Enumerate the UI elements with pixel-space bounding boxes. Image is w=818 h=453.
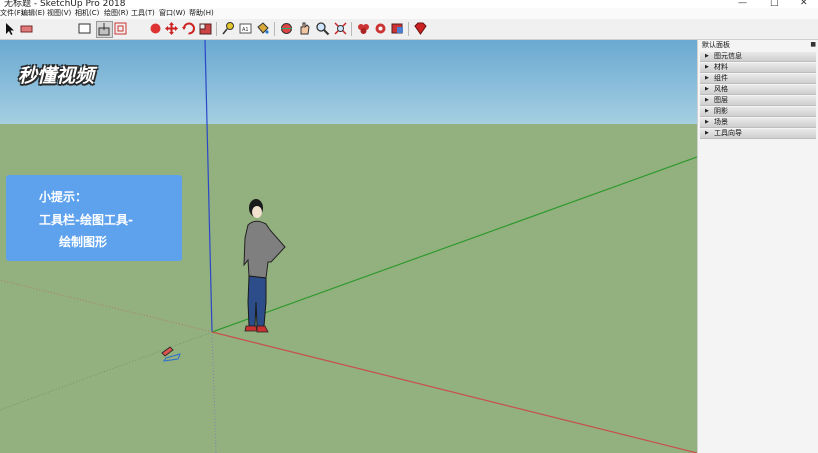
panel-components[interactable]: ▶ 组件	[700, 74, 816, 84]
rectangle-tool-icon[interactable]	[77, 21, 92, 36]
panel-styles[interactable]: ▶ 风格	[700, 85, 816, 95]
tray-title: 默认面板	[702, 41, 730, 49]
menu-edit[interactable]: 编辑(E)	[21, 8, 45, 19]
orbit-icon[interactable]	[279, 21, 294, 36]
menu-window[interactable]: 窗口(W)	[159, 8, 185, 19]
svg-text:A1: A1	[242, 27, 249, 33]
expand-arrow-icon: ▶	[705, 86, 709, 92]
expand-arrow-icon: ▶	[705, 64, 709, 70]
sky	[0, 40, 697, 124]
zoom-icon[interactable]	[315, 21, 330, 36]
extension-warehouse-icon[interactable]	[390, 21, 405, 36]
default-tray: 默认面板 ■ ▶ 图元信息 ▶ 材料 ▶ 组件 ▶ 风格 ▶ 图层 ▶ 阴影 ▶ 场景 ▶ 工具…	[697, 40, 818, 453]
pin-icon[interactable]: ■	[810, 41, 816, 48]
panel-layers[interactable]: ▶ 图层	[700, 96, 816, 106]
select-arrow-icon[interactable]	[2, 21, 17, 36]
panel-materials[interactable]: ▶ 材料	[700, 63, 816, 73]
hint-line-2: 工具栏-绘图工具-	[39, 213, 133, 227]
menu-camera[interactable]: 相机(C)	[75, 8, 99, 19]
toolbar-separator	[351, 22, 352, 36]
tape-measure-icon[interactable]	[221, 21, 236, 36]
dimension-icon[interactable]: A1	[238, 21, 253, 36]
expand-arrow-icon: ▶	[705, 119, 709, 125]
zoom-extents-icon[interactable]	[333, 21, 348, 36]
expand-arrow-icon: ▶	[705, 97, 709, 103]
eraser-icon[interactable]	[19, 21, 34, 36]
menu-tools[interactable]: 工具(T)	[131, 8, 155, 19]
paint-bucket-icon[interactable]	[255, 21, 270, 36]
rotate-icon[interactable]	[181, 21, 196, 36]
panel-scenes[interactable]: ▶ 场景	[700, 118, 816, 128]
toolbar-separator	[216, 22, 217, 36]
scale-icon[interactable]	[198, 21, 213, 36]
window-title: 无标题 - SketchUp Pro 2018	[4, 0, 126, 8]
title-bar: 无标题 - SketchUp Pro 2018 — □ ✕	[0, 0, 818, 8]
panel-entity-info[interactable]: ▶ 图元信息	[700, 52, 816, 62]
warehouse-icon[interactable]	[356, 21, 371, 36]
share-model-icon[interactable]	[373, 21, 388, 36]
menu-draw[interactable]: 绘图(R)	[104, 8, 128, 19]
menu-file[interactable]: 文件(F)	[0, 8, 24, 19]
pan-hand-icon[interactable]	[297, 21, 312, 36]
hint-title: 小提示：	[39, 190, 88, 204]
menu-bar: 文件(F) 编辑(E) 视图(V) 相机(C) 绘图(R) 工具(T) 窗口(W…	[0, 8, 818, 19]
panel-shadows[interactable]: ▶ 阴影	[700, 107, 816, 117]
offset-icon[interactable]	[113, 21, 128, 36]
hint-line-3: 绘制图形	[59, 235, 108, 249]
ruby-icon[interactable]	[413, 21, 428, 36]
menu-help[interactable]: 帮助(H)	[189, 8, 214, 19]
expand-arrow-icon: ▶	[705, 75, 709, 81]
push-pull-icon[interactable]	[96, 21, 113, 38]
expand-arrow-icon: ▶	[705, 108, 709, 114]
move-icon[interactable]	[164, 21, 179, 36]
expand-arrow-icon: ▶	[705, 53, 709, 59]
menu-view[interactable]: 视图(V)	[47, 8, 71, 19]
toolbar-separator	[408, 22, 409, 36]
toolbar: A1	[0, 19, 818, 40]
minimize-icon[interactable]: —	[738, 0, 747, 8]
maximize-icon[interactable]: □	[770, 0, 779, 8]
follow-me-icon[interactable]	[148, 21, 163, 36]
watermark-logo: 秒懂视频	[18, 65, 95, 87]
hint-box: 小提示： 工具栏-绘图工具- 绘制图形	[6, 175, 182, 261]
close-icon[interactable]: ✕	[800, 0, 808, 8]
expand-arrow-icon: ▶	[705, 130, 709, 136]
ground	[0, 124, 697, 453]
toolbar-separator	[274, 22, 275, 36]
model-viewport[interactable]: 秒懂视频 小提示： 工具栏-绘图工具- 绘制图形	[0, 40, 697, 453]
panel-instructor[interactable]: ▶ 工具向导	[700, 129, 816, 139]
